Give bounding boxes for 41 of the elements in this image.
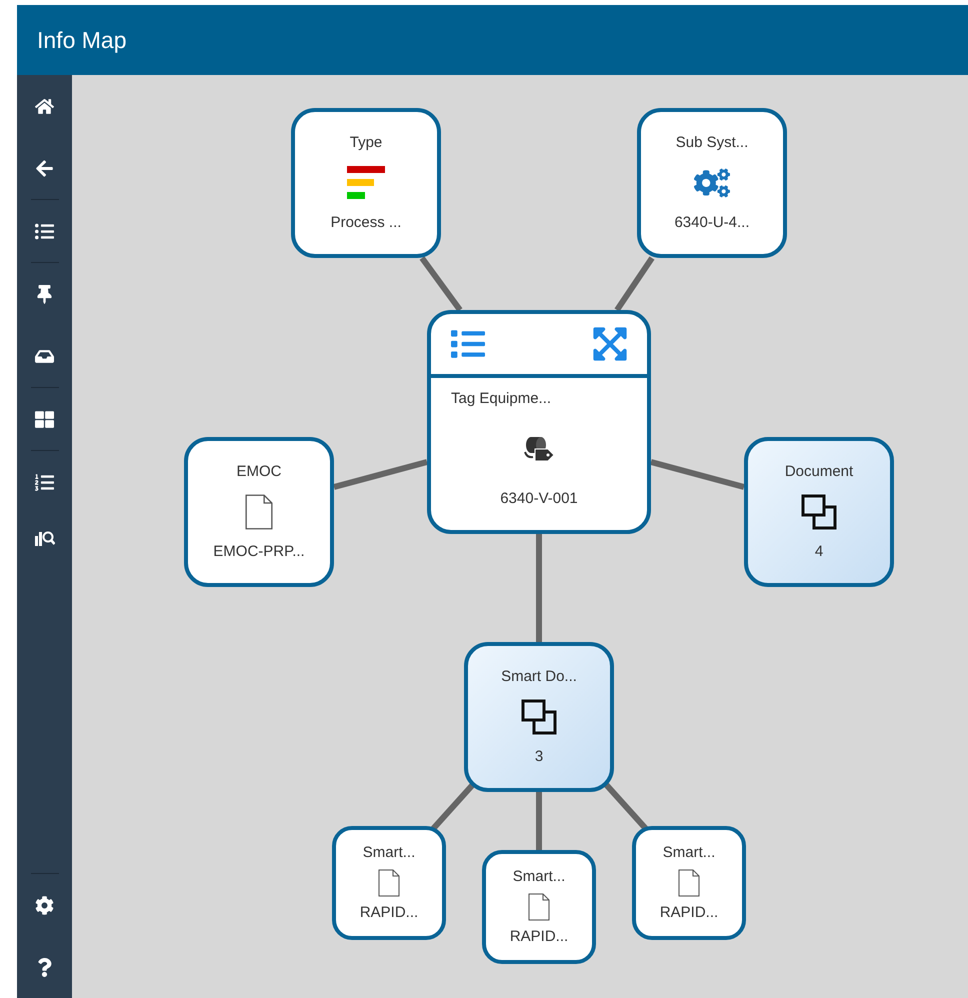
list-view-button[interactable] <box>449 327 487 361</box>
node-value: RAPID... <box>660 902 718 922</box>
tagged-tank-icon <box>523 436 555 462</box>
file-icon <box>244 494 274 530</box>
map-node[interactable]: EMOC EMOC-PRP... <box>184 437 334 587</box>
node-value: RAPID... <box>510 926 568 946</box>
stacked-squares-icon <box>801 494 837 530</box>
file-icon <box>378 869 400 897</box>
file-icon <box>678 869 700 897</box>
map-node[interactable]: Smart... RAPID... <box>482 850 596 964</box>
node-title: Smart... <box>512 867 566 887</box>
node-value: EMOC-PRP... <box>213 542 305 562</box>
node-value: Process ... <box>330 212 402 232</box>
map-node[interactable]: Document 4 <box>744 437 894 587</box>
priority-bars-icon <box>347 166 385 200</box>
node-value: 3 <box>534 746 544 766</box>
node-title: Smart... <box>362 843 416 863</box>
app-title: Info Map <box>37 26 126 55</box>
stacked-squares-icon <box>521 699 557 735</box>
node-value: 4 <box>814 542 824 562</box>
connector-line <box>536 792 542 850</box>
expand-button[interactable] <box>591 325 629 363</box>
map-node[interactable]: Smart... RAPID... <box>332 826 446 940</box>
node-title: Type <box>350 133 382 153</box>
center-node[interactable]: Tag Equipme... 6340-V-001 <box>427 310 651 534</box>
node-value: 6340-V-001 <box>499 488 579 508</box>
node-title: Sub Syst... <box>676 133 748 153</box>
node-title: Tag Equipme... <box>451 389 552 409</box>
map-node[interactable]: Type Process ... <box>291 108 441 258</box>
node-value: 6340-U-4... <box>674 212 750 232</box>
node-title: Smart... <box>662 843 716 863</box>
node-title: EMOC <box>236 462 282 482</box>
map-node[interactable]: Sub Syst... 6340-U-4... <box>637 108 787 258</box>
map-node[interactable]: Smart... RAPID... <box>632 826 746 940</box>
node-value: RAPID... <box>360 902 418 922</box>
map-node[interactable]: Smart Do... 3 <box>464 642 614 792</box>
file-icon <box>528 893 550 921</box>
connector-line <box>420 256 462 312</box>
connector-line <box>614 256 654 312</box>
node-title: Smart Do... <box>501 667 577 687</box>
node-title: Document <box>784 462 854 482</box>
